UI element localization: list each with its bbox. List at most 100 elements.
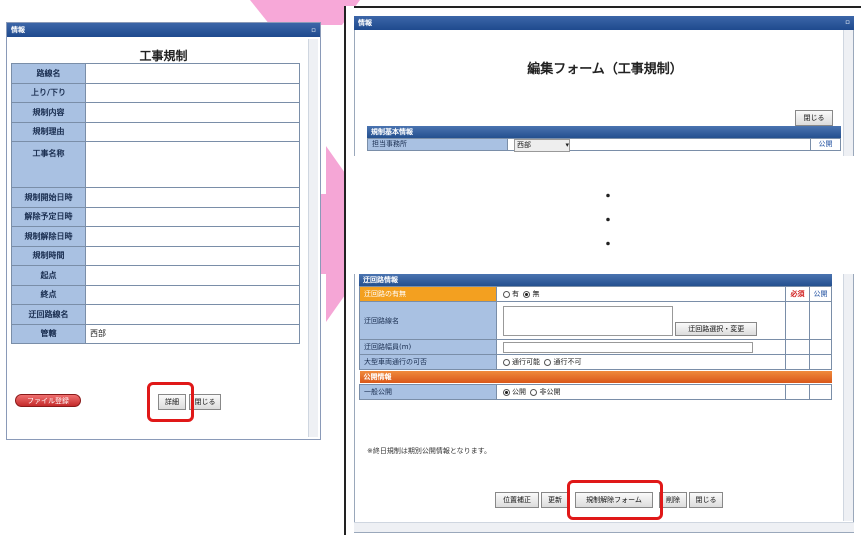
empty-cell	[785, 339, 810, 355]
table-row: 迂回路線名	[11, 304, 300, 325]
table-row: 工事名称	[11, 141, 300, 188]
radio-impassable[interactable]	[544, 358, 552, 366]
edit-form-heading: 編集フォーム（工事規制）	[527, 62, 683, 77]
row-value	[85, 206, 300, 227]
table-row: 規制内容	[11, 102, 300, 123]
detour-width-cell	[496, 339, 786, 355]
frame-border	[354, 6, 861, 8]
public-section-header: 公開情報	[359, 371, 832, 383]
footnote: ※終日規制は期別公開情報となります。	[367, 447, 491, 455]
edit-form-window: 情報 ▫ 編集フォーム（工事規制） 閉じる 規制基本情報 担当事務所 西部 ▾ …	[344, 6, 861, 535]
row-value	[85, 187, 300, 208]
ellipsis-dot: ・	[601, 237, 615, 253]
row-value	[85, 141, 300, 188]
info-table: 路線名 上り/下り 規制内容 規制理由 工事名称 規制開始日時 解除予定日時 規…	[11, 63, 300, 344]
row-value	[85, 226, 300, 247]
window-controls-icon[interactable]: ▫	[845, 18, 850, 28]
close-button[interactable]: 閉じる	[795, 110, 833, 126]
table-row: 一般公開 公開 非公開	[359, 384, 832, 400]
table-row: 迂回路幅員(m)	[359, 339, 832, 355]
row-label: 終点	[11, 284, 86, 305]
office-label: 担当事務所	[368, 139, 508, 150]
radio-yes[interactable]	[503, 290, 510, 298]
radio-private-label: 非公開	[539, 388, 561, 396]
empty-cell	[809, 301, 832, 340]
radio-impassable-label: 通行不可	[553, 358, 582, 366]
edit-form-bottom-fragment: 迂回路情報 迂回路の有無 有 無 必須 公開 迂回路線名 迂回路選択・変更 迂回…	[354, 274, 854, 533]
table-row: 迂回路の有無 有 無 必須 公開	[359, 286, 832, 302]
ellipsis-dot: ・	[601, 213, 615, 229]
info-popup-scrollbar[interactable]	[308, 39, 318, 437]
table-row: 規制開始日時	[11, 187, 300, 208]
row-label: 解除予定日時	[11, 206, 86, 227]
radio-passable-label: 通行可能	[512, 358, 540, 366]
office-select-value: 西部	[517, 141, 531, 149]
large-vehicle-label: 大型車両通行の可否	[359, 354, 497, 370]
info-popup-titlebar: 情報 ▫	[7, 23, 320, 37]
required-badge: 必須	[785, 286, 810, 302]
row-value	[85, 245, 300, 266]
detour-section-header: 迂回路情報	[359, 274, 832, 286]
route-name-textarea[interactable]	[503, 305, 673, 336]
edit-form-scrollbar[interactable]	[843, 274, 853, 521]
edit-form-title: 情報	[358, 19, 372, 27]
table-row: 規制時間	[11, 245, 300, 266]
info-popup-title: 情報	[11, 26, 25, 34]
position-correct-button[interactable]: 位置補正	[495, 492, 539, 508]
radio-no-label: 無	[532, 290, 540, 298]
route-name-label: 迂回路線名	[359, 301, 497, 340]
delete-button[interactable]: 削除	[659, 492, 687, 508]
screenshot-canvas: 情報 ▫ 工事規制 路線名 上り/下り 規制内容 規制理由 工事名称 規制開始日…	[0, 0, 861, 535]
general-public-label: 一般公開	[359, 384, 497, 400]
radio-private[interactable]	[530, 388, 538, 396]
select-detour-button[interactable]: 迂回路選択・変更	[675, 321, 758, 336]
row-value	[85, 265, 300, 286]
row-value	[85, 284, 300, 305]
edit-form-top-fragment: 編集フォーム（工事規制） 閉じる 規制基本情報 担当事務所 西部 ▾ 公開	[354, 30, 854, 156]
detour-width-input[interactable]	[503, 341, 753, 353]
row-value	[85, 63, 300, 84]
radio-public-label: 公開	[512, 388, 526, 396]
horizontal-scrollbar[interactable]	[354, 522, 854, 532]
row-label: 迂回路線名	[11, 304, 86, 325]
has-detour-radios: 有 無	[496, 286, 786, 302]
table-row: 規制理由	[11, 121, 300, 142]
detour-width-label: 迂回路幅員(m)	[359, 339, 497, 355]
row-label: 規制開始日時	[11, 187, 86, 208]
detail-button-highlight	[147, 382, 194, 422]
table-row: 大型車両通行の可否 通行可能 通行不可	[359, 354, 832, 370]
release-form-button-highlight	[567, 480, 663, 520]
row-label: 規制解除日時	[11, 226, 86, 247]
office-select[interactable]: 西部 ▾	[508, 139, 810, 152]
edit-form-scrollbar[interactable]	[843, 30, 853, 156]
public-section-cell: 公開情報	[359, 370, 832, 385]
row-label: 規制内容	[11, 102, 86, 123]
empty-cell	[809, 339, 832, 355]
basic-info-section-header: 規制基本情報	[367, 126, 841, 138]
close-button[interactable]: 閉じる	[689, 492, 723, 508]
row-label: 管轄	[11, 323, 86, 344]
table-row: 路線名	[11, 63, 300, 84]
table-row: 解除予定日時	[11, 206, 300, 227]
row-value	[85, 102, 300, 123]
row-value	[85, 82, 300, 103]
chevron-down-icon: ▾	[565, 141, 569, 149]
window-controls-icon[interactable]: ▫	[311, 26, 316, 34]
empty-cell	[785, 301, 810, 340]
table-row: 起点	[11, 265, 300, 286]
row-label: 規制理由	[11, 121, 86, 142]
radio-public[interactable]	[503, 388, 510, 396]
table-row: 管轄 西部	[11, 323, 300, 344]
table-row: 規制解除日時	[11, 226, 300, 247]
update-button[interactable]: 更新	[541, 492, 569, 508]
edit-form-titlebar: 情報 ▫	[354, 16, 854, 30]
file-register-button[interactable]: ファイル登録	[15, 394, 81, 407]
radio-no[interactable]	[523, 290, 531, 298]
radio-passable[interactable]	[503, 358, 510, 366]
row-label: 上り/下り	[11, 82, 86, 103]
table-row: 公開情報	[359, 370, 832, 385]
radio-yes-label: 有	[512, 290, 519, 298]
table-row: 迂回路線名 迂回路選択・変更	[359, 301, 832, 340]
detour-table: 迂回路の有無 有 無 必須 公開 迂回路線名 迂回路選択・変更 迂回路幅員(m)…	[359, 286, 832, 400]
row-label: 起点	[11, 265, 86, 286]
